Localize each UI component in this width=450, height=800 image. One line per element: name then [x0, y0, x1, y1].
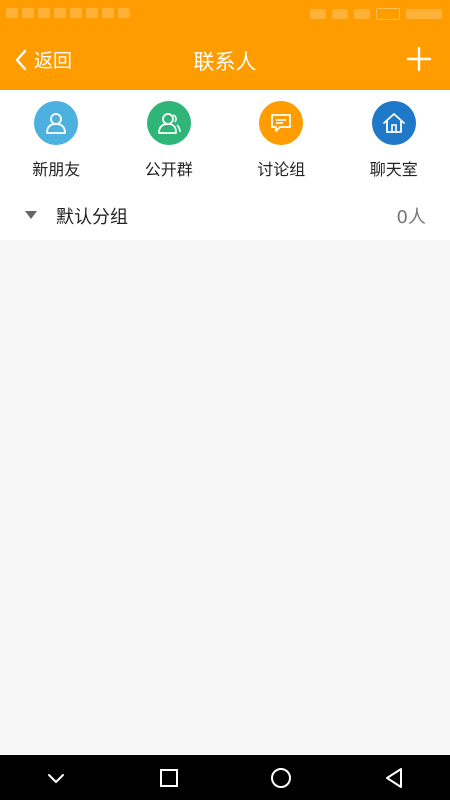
plus-icon[interactable] [406, 46, 432, 72]
home-icon [371, 101, 416, 145]
contact-group-row[interactable]: 默认分组 0人 [0, 190, 450, 240]
title-bar: 返回 联系人 [0, 30, 450, 90]
status-bar-system-icons [310, 8, 442, 20]
back-triangle-icon[interactable] [374, 758, 414, 798]
status-bar [0, 0, 450, 30]
contacts-screen: 返回 联系人 新朋友 公开群 讨论组 聊天室 默认分组 0人 [0, 0, 450, 800]
chatrooms-label: 聊天室 [369, 160, 418, 179]
collapse-chevron-icon[interactable] [36, 758, 76, 798]
person-icon [34, 101, 79, 145]
discussion-groups-entry[interactable]: 讨论组 [225, 90, 338, 190]
public-groups-label: 公开群 [144, 160, 193, 179]
new-friends-label: 新朋友 [32, 160, 81, 179]
home-circle-icon[interactable] [261, 758, 301, 798]
quick-entry-row: 新朋友 公开群 讨论组 聊天室 [0, 90, 450, 190]
group-member-count: 0人 [396, 207, 426, 228]
recent-apps-icon[interactable] [149, 758, 189, 798]
page-title: 联系人 [193, 50, 257, 74]
public-groups-entry[interactable]: 公开群 [113, 90, 226, 190]
discussion-groups-label: 讨论组 [257, 160, 306, 179]
group-icon [146, 101, 191, 145]
status-bar-notifications [6, 8, 130, 18]
caret-down-icon [25, 211, 37, 219]
new-friends-entry[interactable]: 新朋友 [0, 90, 113, 190]
chatrooms-entry[interactable]: 聊天室 [338, 90, 450, 190]
system-navigation-bar [0, 755, 450, 800]
group-name: 默认分组 [56, 207, 128, 228]
chat-bubble-icon [259, 101, 304, 145]
